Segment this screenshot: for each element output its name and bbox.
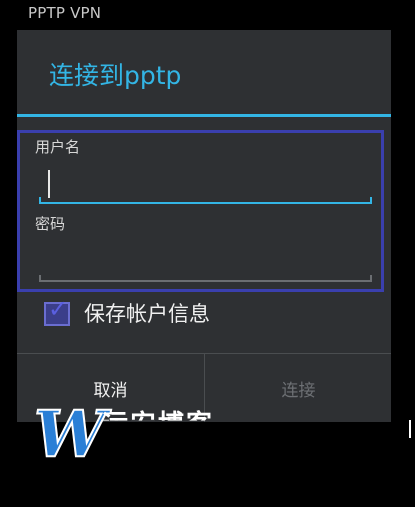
save-account-label[interactable]: 保存帐户信息 (84, 298, 210, 328)
watermark-letter: W (34, 398, 112, 468)
screen: PPTP VPN 连接到pptp 用户名 密码 ✓ 保存帐户信息 取消 连接 W… (0, 0, 415, 507)
connect-dialog: 连接到pptp 用户名 密码 ✓ 保存帐户信息 取消 连接 (17, 30, 391, 422)
title-divider (17, 114, 391, 117)
username-label: 用户名 (35, 138, 81, 156)
username-input[interactable] (39, 166, 371, 202)
text-cursor (48, 170, 50, 198)
save-account-checkbox[interactable]: ✓ (44, 297, 70, 326)
password-label: 密码 (35, 215, 66, 233)
dialog-title: 连接到pptp (49, 61, 182, 90)
password-underline-left-tick (39, 275, 41, 281)
username-underline-right-tick (370, 197, 372, 203)
edge-mark (409, 420, 411, 438)
checkmark-icon: ✓ (48, 295, 69, 323)
password-underline-right-tick (370, 275, 372, 281)
password-input[interactable] (39, 244, 371, 280)
background-list-item[interactable]: PPTP VPN (28, 4, 101, 22)
username-underline-left-tick (39, 197, 41, 203)
password-underline (39, 280, 372, 282)
username-underline (39, 202, 372, 204)
